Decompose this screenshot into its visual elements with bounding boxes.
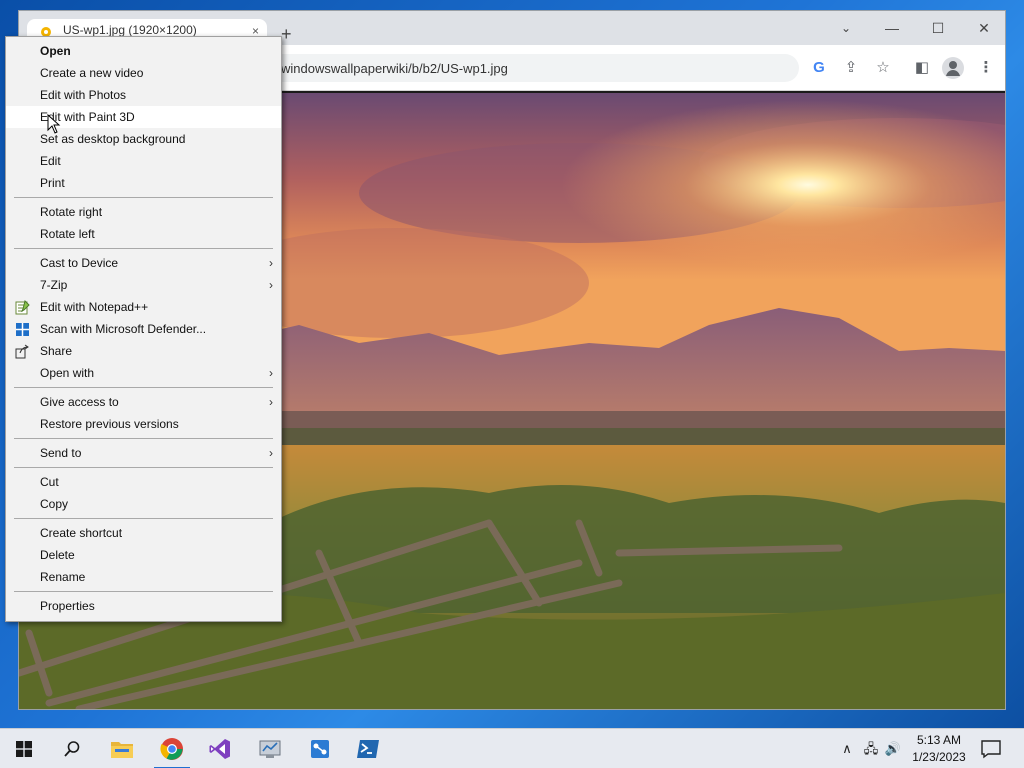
menu-separator <box>14 438 273 439</box>
share-icon <box>15 344 29 359</box>
menu-item-open-with[interactable]: Open with › <box>6 362 281 384</box>
submenu-arrow-icon: › <box>269 256 273 270</box>
menu-separator <box>14 591 273 592</box>
address-url: windowswallpaperwiki/b/b2/US-wp1.jpg <box>281 61 508 76</box>
submenu-arrow-icon: › <box>269 366 273 380</box>
windows-logo-icon <box>16 741 32 757</box>
menu-item-create-new-video[interactable]: Create a new video <box>6 62 281 84</box>
network-icon[interactable]: 🖧 <box>862 739 880 759</box>
menu-item-send-to[interactable]: Send to › <box>6 442 281 464</box>
powershell-button[interactable] <box>344 729 392 768</box>
tab-search-button[interactable]: ⌄ <box>835 17 857 39</box>
menu-item-edit-with-notepad-plus-plus[interactable]: Edit with Notepad++ <box>6 296 281 318</box>
mouse-pointer-icon <box>47 114 61 134</box>
server-manager-button[interactable] <box>246 729 294 768</box>
menu-item-cast-to-device[interactable]: Cast to Device › <box>6 252 281 274</box>
new-tab-button[interactable]: + <box>281 25 292 43</box>
menu-item-scan-with-defender[interactable]: Scan with Microsoft Defender... <box>6 318 281 340</box>
menu-item-rotate-right[interactable]: Rotate right <box>6 201 281 223</box>
menu-item-cut[interactable]: Cut <box>6 471 281 493</box>
bookmark-star-icon[interactable]: ☆ <box>873 58 893 78</box>
menu-separator <box>14 518 273 519</box>
menu-separator <box>14 197 273 198</box>
side-panel-icon[interactable]: ◧ <box>912 58 932 78</box>
visual-studio-icon <box>209 739 230 759</box>
menu-item-share[interactable]: Share <box>6 340 281 362</box>
volume-icon[interactable]: 🔊 <box>884 739 902 759</box>
menu-item-delete[interactable]: Delete <box>6 544 281 566</box>
profile-avatar-icon[interactable] <box>942 57 964 79</box>
submenu-arrow-icon: › <box>269 446 273 460</box>
menu-item-give-access-to[interactable]: Give access to › <box>6 391 281 413</box>
submenu-arrow-icon: › <box>269 395 273 409</box>
tray-overflow-chevron-icon[interactable]: ∧ <box>838 739 856 759</box>
notification-center-icon[interactable] <box>980 739 1002 759</box>
menu-separator <box>14 387 273 388</box>
file-explorer-button[interactable] <box>98 729 146 768</box>
chrome-menu-icon[interactable]: ⋮ <box>976 58 996 78</box>
minimize-button[interactable]: — <box>881 17 903 39</box>
powershell-icon <box>357 740 379 758</box>
menu-item-rotate-left[interactable]: Rotate left <box>6 223 281 245</box>
chrome-icon <box>160 738 183 760</box>
system-clock[interactable]: 5:13 AM 1/23/2023 <box>905 732 973 766</box>
menu-item-restore-previous-versions[interactable]: Restore previous versions <box>6 413 281 435</box>
google-lens-icon[interactable]: G <box>809 58 829 78</box>
menu-item-print[interactable]: Print <box>6 172 281 194</box>
menu-item-edit[interactable]: Edit <box>6 150 281 172</box>
network-tool-icon <box>311 740 329 758</box>
server-manager-icon <box>259 740 281 758</box>
notepad-plus-plus-icon <box>15 300 30 315</box>
defender-shield-icon <box>16 323 29 336</box>
share-page-icon[interactable]: ⇪ <box>841 58 861 78</box>
tab-title: US-wp1.jpg (1920×1200) <box>63 23 197 37</box>
maximize-button[interactable]: ☐ <box>927 17 949 39</box>
folder-icon <box>111 742 133 758</box>
clock-time: 5:13 AM <box>916 733 962 747</box>
menu-separator <box>14 467 273 468</box>
menu-item-copy[interactable]: Copy <box>6 493 281 515</box>
menu-item-7zip[interactable]: 7-Zip › <box>6 274 281 296</box>
menu-item-open[interactable]: Open <box>6 40 281 62</box>
start-button[interactable] <box>0 729 48 768</box>
clock-date: 1/23/2023 <box>912 750 966 764</box>
search-button[interactable] <box>48 729 96 768</box>
close-window-button[interactable]: ✕ <box>973 17 995 39</box>
chrome-taskbar-button[interactable] <box>148 729 196 768</box>
visual-studio-button[interactable] <box>196 729 244 768</box>
network-tool-button[interactable] <box>296 729 344 768</box>
menu-item-create-shortcut[interactable]: Create shortcut <box>6 522 281 544</box>
menu-item-edit-with-photos[interactable]: Edit with Photos <box>6 84 281 106</box>
search-icon <box>64 741 80 757</box>
menu-item-properties[interactable]: Properties <box>6 595 281 617</box>
submenu-arrow-icon: › <box>269 278 273 292</box>
menu-item-rename[interactable]: Rename <box>6 566 281 588</box>
taskbar: ∧ 🖧 🔊 5:13 AM 1/23/2023 <box>0 728 1024 768</box>
menu-separator <box>14 248 273 249</box>
